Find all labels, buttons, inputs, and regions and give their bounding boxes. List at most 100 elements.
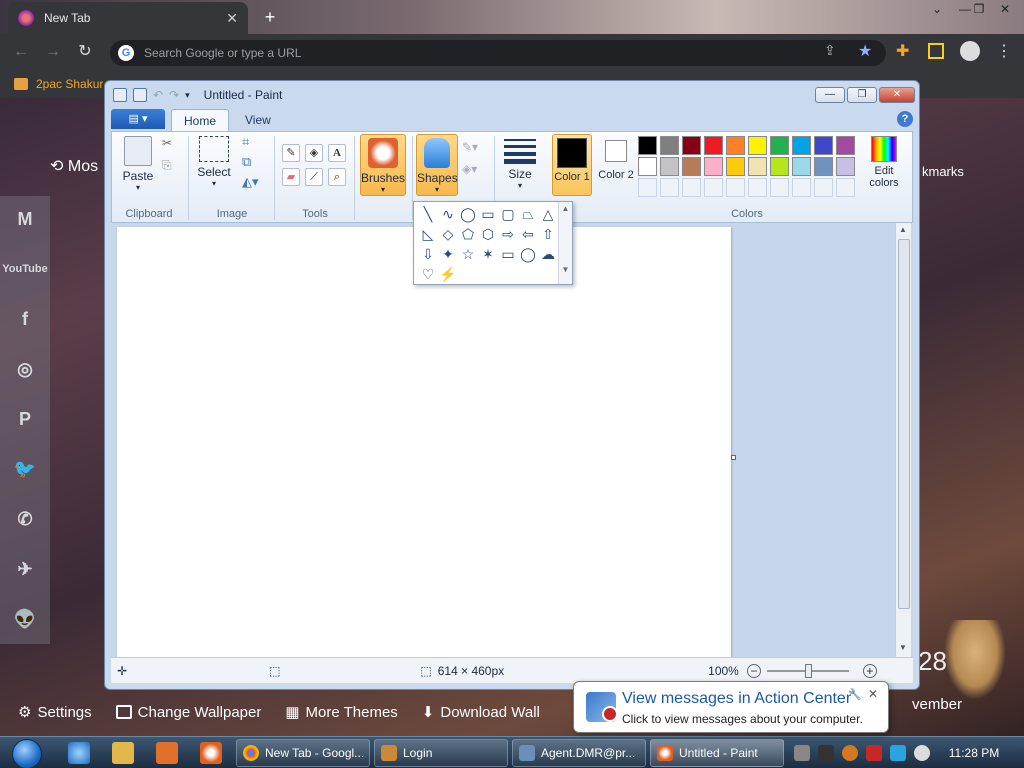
taskbar-agent[interactable]: Agent.DMR@pr...	[512, 739, 646, 767]
palette-swatch[interactable]	[748, 157, 767, 176]
whatsapp-icon[interactable]: ✆	[10, 504, 40, 534]
download-wallpaper-link[interactable]: ⬇ Download Wall	[422, 703, 540, 722]
six-point-star-shape-icon[interactable]: ✶	[478, 244, 498, 264]
palette-swatch[interactable]	[770, 136, 789, 155]
tab-view[interactable]: View	[233, 109, 283, 131]
eraser-icon[interactable]: ▰	[282, 168, 300, 186]
scrollbar-thumb[interactable]	[898, 239, 910, 609]
palette-swatch[interactable]	[814, 157, 833, 176]
oval-callout-shape-icon[interactable]: ◯	[518, 244, 538, 264]
taskbar-clock[interactable]: 11:28 PM	[944, 737, 1004, 768]
rectangle-shape-icon[interactable]: ▭	[478, 204, 498, 224]
wrench-icon[interactable]: 🔧	[848, 688, 862, 701]
polygon-shape-icon[interactable]: ⏢	[518, 204, 538, 224]
palette-swatch[interactable]	[726, 136, 745, 155]
copy-icon[interactable]: ⎘	[162, 158, 172, 173]
sidepanel-icon[interactable]	[928, 43, 944, 59]
tab-home[interactable]: Home	[171, 109, 230, 131]
paste-button[interactable]: Paste ▾	[118, 136, 158, 192]
share-icon[interactable]: ⇪	[824, 42, 836, 59]
shapes-gallery-scrollbar[interactable]: ▲ ▼	[558, 202, 572, 284]
start-button[interactable]	[6, 737, 46, 768]
palette-swatch[interactable]	[748, 136, 767, 155]
browser-tab[interactable]: New Tab ✕	[8, 2, 248, 34]
palette-swatch[interactable]	[704, 157, 723, 176]
text-icon[interactable]: A	[328, 144, 346, 162]
custom-color-slot[interactable]	[748, 178, 767, 197]
up-arrow-shape-icon[interactable]: ⇧	[538, 224, 558, 244]
tray-search-icon[interactable]	[842, 745, 858, 761]
balloon-title[interactable]: View messages in Action Center	[622, 690, 851, 708]
pentagon-shape-icon[interactable]: ⬠	[458, 224, 478, 244]
diamond-shape-icon[interactable]: ◇	[438, 224, 458, 244]
customize-qat-icon[interactable]: ▾	[185, 90, 190, 101]
save-icon[interactable]	[133, 88, 147, 102]
telegram-icon[interactable]: ✈	[10, 554, 40, 584]
reddit-icon[interactable]: 👽	[10, 604, 40, 634]
custom-color-slot[interactable]	[814, 178, 833, 197]
crop-icon[interactable]: ⌗	[242, 134, 249, 150]
zoom-out-button[interactable]: −	[746, 663, 761, 678]
twitter-icon[interactable]: 🐦	[10, 454, 40, 484]
custom-color-slot[interactable]	[792, 178, 811, 197]
minimize-button[interactable]: ⌄	[922, 0, 952, 20]
vertical-scrollbar[interactable]: ▲ ▼	[895, 223, 911, 657]
youtube-icon[interactable]: YouTube	[2, 254, 48, 284]
tray-tool-icon[interactable]	[818, 745, 834, 761]
paint-maximize-button[interactable]: ❐	[847, 87, 877, 103]
outline-icon[interactable]: ✎▾	[462, 140, 478, 154]
shapes-button[interactable]: Shapes ▾	[416, 134, 458, 196]
volume-icon[interactable]	[914, 745, 930, 761]
redo-icon[interactable]: ↷	[169, 88, 179, 102]
paint-app-icon[interactable]	[113, 88, 127, 102]
left-arrow-shape-icon[interactable]: ⇦	[518, 224, 538, 244]
paint-minimize-button[interactable]: —	[815, 87, 845, 103]
palette-swatch[interactable]	[638, 136, 657, 155]
fill-style-icon[interactable]: ◈▾	[462, 162, 477, 176]
size-button[interactable]: Size ▾	[500, 136, 540, 190]
five-point-star-shape-icon[interactable]: ☆	[458, 244, 478, 264]
four-point-star-shape-icon[interactable]: ✦	[438, 244, 458, 264]
rotate-icon[interactable]: ◭▾	[242, 174, 259, 190]
lightning-shape-icon[interactable]: ⚡	[438, 264, 458, 284]
drawing-canvas[interactable]	[117, 227, 731, 657]
oval-shape-icon[interactable]: ◯	[458, 204, 478, 224]
taskbar-login[interactable]: Login	[374, 739, 508, 767]
balloon-close-icon[interactable]: ✕	[868, 687, 878, 701]
bookmark-item[interactable]: 2pac Shakur	[36, 77, 103, 91]
palette-swatch[interactable]	[792, 136, 811, 155]
pencil-icon[interactable]: ✎	[282, 144, 300, 162]
help-icon[interactable]: ?	[897, 111, 913, 127]
custom-color-slot[interactable]	[726, 178, 745, 197]
undo-icon[interactable]: ↶	[153, 88, 163, 102]
line-shape-icon[interactable]: ╲	[418, 204, 438, 224]
down-arrow-shape-icon[interactable]: ⇩	[418, 244, 438, 264]
heart-shape-icon[interactable]: ♡	[418, 264, 438, 284]
menu-icon[interactable]: ⋮	[996, 41, 1012, 61]
forward-icon[interactable]: →	[42, 41, 64, 63]
color-picker-icon[interactable]: ⟋	[305, 168, 323, 186]
palette-swatch[interactable]	[638, 157, 657, 176]
brushes-button[interactable]: Brushes ▾	[360, 134, 406, 196]
new-tab-button[interactable]: +	[258, 5, 282, 29]
instagram-icon[interactable]: ◎	[10, 354, 40, 384]
right-arrow-shape-icon[interactable]: ⇨	[498, 224, 518, 244]
extensions-icon[interactable]: ✚	[896, 41, 909, 61]
resize-handle[interactable]	[731, 455, 736, 460]
cloud-callout-shape-icon[interactable]: ☁	[538, 244, 558, 264]
back-icon[interactable]: ←	[10, 41, 32, 63]
action-center-tray-icon[interactable]	[866, 745, 882, 761]
file-menu-button[interactable]: ▤ ▾	[111, 109, 165, 129]
omnibox[interactable]: G Search Google or type a URL	[110, 40, 886, 66]
zoom-in-button[interactable]: +	[862, 663, 877, 678]
scroll-down-icon[interactable]: ▼	[899, 643, 907, 652]
ie-icon[interactable]	[68, 742, 90, 764]
custom-color-slot[interactable]	[682, 178, 701, 197]
hexagon-shape-icon[interactable]: ⬡	[478, 224, 498, 244]
taskbar-paint[interactable]: Untitled - Paint	[650, 739, 784, 767]
reload-icon[interactable]: ↻	[74, 41, 96, 63]
fill-icon[interactable]: ◈	[305, 144, 323, 162]
browser-close-button[interactable]: ✕	[990, 0, 1020, 20]
palette-swatch[interactable]	[682, 157, 701, 176]
paint-close-button[interactable]: ✕	[879, 87, 915, 103]
